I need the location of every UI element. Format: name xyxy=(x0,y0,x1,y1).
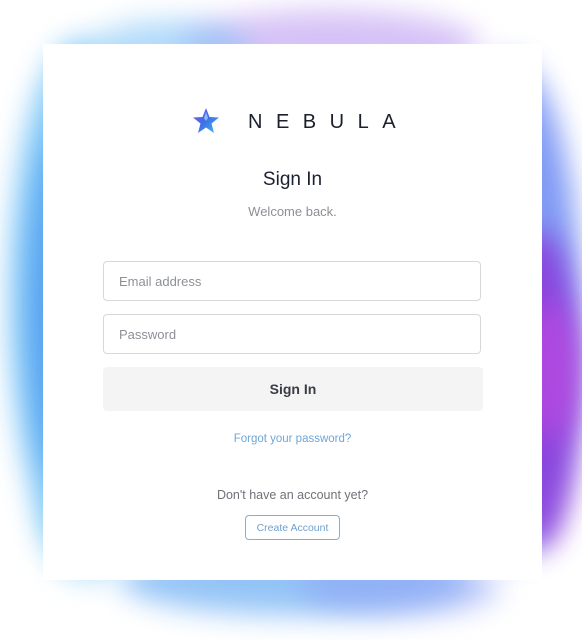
create-account-button[interactable]: Create Account xyxy=(245,515,340,540)
password-field[interactable] xyxy=(103,314,481,354)
login-page: NEBULA Sign In Welcome back. Sign In For… xyxy=(0,0,582,640)
star-logo-icon xyxy=(191,106,221,136)
login-card: NEBULA Sign In Welcome back. Sign In For… xyxy=(43,44,542,580)
email-field[interactable] xyxy=(103,261,481,301)
page-subtitle: Welcome back. xyxy=(248,204,337,219)
signup-prompt: Don't have an account yet? xyxy=(216,488,369,502)
forgot-password-link[interactable]: Forgot your password? xyxy=(43,433,542,445)
brand-name: NEBULA xyxy=(248,111,410,133)
sign-in-button[interactable]: Sign In xyxy=(103,367,483,411)
page-title: Sign In xyxy=(262,169,323,190)
